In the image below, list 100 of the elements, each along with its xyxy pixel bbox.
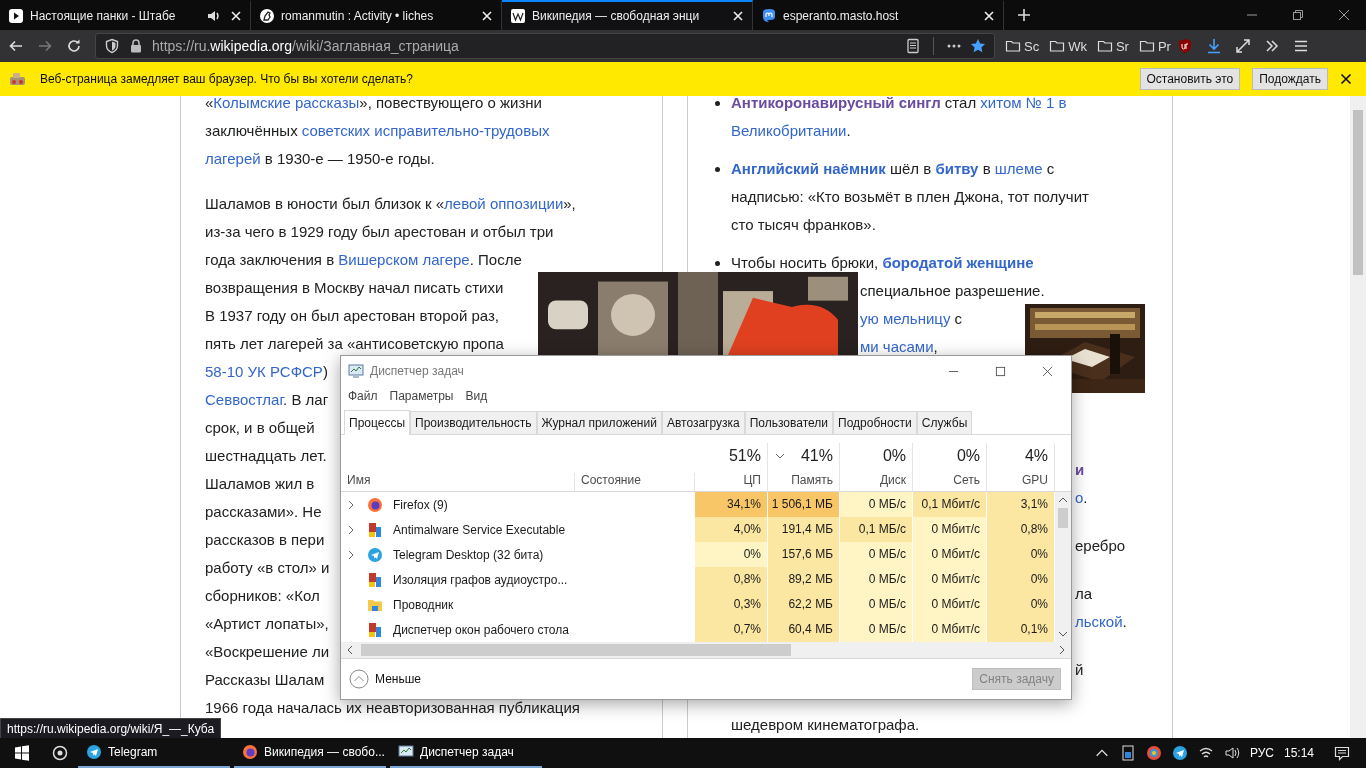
article-link[interactable]: хитом № 1 в: [980, 96, 1067, 111]
notification-button[interactable]: Остановить это: [1139, 68, 1241, 90]
article-link[interactable]: битву: [935, 160, 979, 177]
article-link[interactable]: Колымские рассказы: [213, 96, 360, 111]
article-link[interactable]: лагерей: [205, 150, 261, 167]
tab[interactable]: Пользователи: [744, 411, 834, 434]
notification-button[interactable]: Подождать: [1252, 68, 1328, 90]
article-link[interactable]: льской: [1075, 613, 1123, 630]
paper-plane-icon[interactable]: [1171, 745, 1188, 761]
close-icon[interactable]: [1340, 73, 1352, 85]
process-name[interactable]: Диспетчер окон рабочего стола: [347, 617, 575, 642]
tab[interactable]: Автозагрузка: [661, 411, 745, 434]
circle-icon[interactable]: [52, 745, 68, 761]
speaker-icon[interactable]: [206, 8, 222, 24]
process-name[interactable]: Изоляция графов аудиоустро...: [347, 567, 575, 592]
table-cell: 0,8%: [987, 517, 1055, 542]
windows-icon[interactable]: [14, 745, 30, 761]
reload-icon[interactable]: [66, 38, 82, 54]
scrollbar[interactable]: [341, 642, 1071, 659]
article-link[interactable]: и: [1075, 456, 1085, 484]
scrollbar[interactable]: [1055, 492, 1071, 642]
scrollbar-thumb[interactable]: [1058, 508, 1068, 528]
menu-item[interactable]: Файл: [348, 389, 378, 403]
process-name[interactable]: Telegram Desktop (32 бита): [347, 542, 575, 567]
article-link[interactable]: шлеме: [994, 160, 1043, 177]
article-link[interactable]: бородатой женщине: [882, 254, 1034, 271]
menu-item[interactable]: Параметры: [389, 389, 454, 403]
article-link[interactable]: левой оппозиции: [444, 195, 564, 212]
tab[interactable]: Подробности: [833, 411, 917, 434]
new-tab-icon[interactable]: [1016, 7, 1032, 23]
taskbar-button[interactable]: Диспетчер задач: [390, 738, 542, 768]
article-link[interactable]: Антикоронавирусный сингл: [731, 96, 941, 111]
tab[interactable]: Производительность: [410, 411, 537, 434]
star-icon[interactable]: [970, 38, 986, 54]
process-name[interactable]: Проводник: [347, 592, 575, 617]
restore-icon[interactable]: [1292, 9, 1304, 21]
table-cell: 0 МБ/с: [840, 567, 913, 592]
column-header[interactable]: 0% Сеть: [913, 443, 987, 491]
article-text: ла: [1075, 584, 1093, 604]
lock-icon[interactable]: [128, 38, 144, 54]
bookmark-folder[interactable]: Sc: [1001, 38, 1044, 54]
reader-view-icon[interactable]: [905, 38, 921, 54]
table-cell: 89,2 МБ: [768, 567, 840, 592]
scrollbar-thumb[interactable]: [1353, 110, 1363, 275]
table-cell: 0 МБ/с: [840, 542, 913, 567]
browser-tab[interactable]: Википедия — свободная энци: [502, 0, 753, 30]
article-text: рассказами». Не: [205, 502, 322, 522]
close-icon[interactable]: [1338, 9, 1350, 21]
article-link[interactable]: Великобритании: [731, 122, 847, 139]
article-link[interactable]: Вишерском лагере: [338, 251, 470, 268]
column-header[interactable]: 0% Диск: [840, 443, 913, 491]
article-link[interactable]: Английский наёмник: [731, 160, 886, 177]
taskbar-button[interactable]: Telegram: [78, 738, 230, 768]
maximize-icon[interactable]: [995, 365, 1006, 377]
chevron-icon[interactable]: [347, 499, 355, 510]
article-text: «Артист лопаты»,: [205, 614, 329, 634]
forward-icon[interactable]: [37, 38, 53, 54]
column-header[interactable]: 41% Память: [768, 443, 840, 491]
download-icon[interactable]: [1205, 38, 1222, 54]
tab[interactable]: Журнал приложений: [536, 411, 662, 434]
tab[interactable]: Службы: [916, 411, 973, 434]
url-field[interactable]: https://ru.wikipedia.org/wiki/Заглавная_страница: [95, 33, 995, 59]
chevron-icon[interactable]: [347, 524, 355, 535]
article-link[interactable]: ми часами: [860, 338, 934, 355]
overflow-icon[interactable]: [1263, 38, 1280, 54]
article-link[interactable]: 58-10 УК РСФСР: [205, 363, 323, 380]
taskbar-button[interactable]: Википедия — свобо...: [234, 738, 386, 768]
app-icon: [367, 521, 383, 538]
table-cell: 0 МБ/с: [840, 592, 913, 617]
column-header[interactable]: 4% GPU: [987, 443, 1055, 491]
bookmark-folder[interactable]: Pr: [1134, 38, 1175, 54]
column-header[interactable]: Имя: [347, 473, 575, 491]
article-link[interactable]: ую мельницу: [860, 310, 951, 327]
process-name[interactable]: Antimalware Service Executable: [347, 517, 575, 542]
article-text: надписью: «Кто возьмёт в плен Джона, тот получит: [731, 188, 1089, 205]
chevron-icon[interactable]: [347, 549, 355, 560]
shield-icon[interactable]: [104, 38, 120, 54]
menu-item[interactable]: Вид: [465, 389, 488, 403]
article-link[interactable]: советских исправительно-трудовых: [301, 122, 550, 139]
scrollbar[interactable]: [1350, 96, 1366, 738]
article-link[interactable]: Севвостлаг: [205, 391, 284, 408]
notification-icon[interactable]: [1334, 745, 1350, 761]
app-icon[interactable]: [1145, 745, 1162, 761]
column-header[interactable]: Состояние: [575, 473, 695, 491]
clock[interactable]: 15:14: [1283, 746, 1314, 760]
column-header[interactable]: 51% ЦП: [695, 443, 768, 491]
article-text: заключённых советских исправительно-трудовых: [205, 121, 550, 141]
expand-icon[interactable]: [1234, 38, 1251, 54]
bookmark-folder[interactable]: Wk: [1045, 38, 1091, 54]
language-indicator[interactable]: РУС: [1249, 746, 1274, 760]
scrollbar-thumb[interactable]: [361, 644, 791, 656]
bookmark-folder[interactable]: Sr: [1092, 38, 1133, 54]
bullet-icon: [715, 167, 720, 172]
shield-icon[interactable]: [1176, 38, 1193, 54]
speaker-icon[interactable]: [1223, 745, 1240, 761]
process-name[interactable]: Firefox (9): [347, 492, 575, 517]
menu-icon[interactable]: [1292, 38, 1309, 54]
fewer-details-button[interactable]: Меньше: [349, 669, 421, 689]
tab[interactable]: Процессы: [344, 410, 410, 435]
back-icon[interactable]: [8, 38, 24, 54]
